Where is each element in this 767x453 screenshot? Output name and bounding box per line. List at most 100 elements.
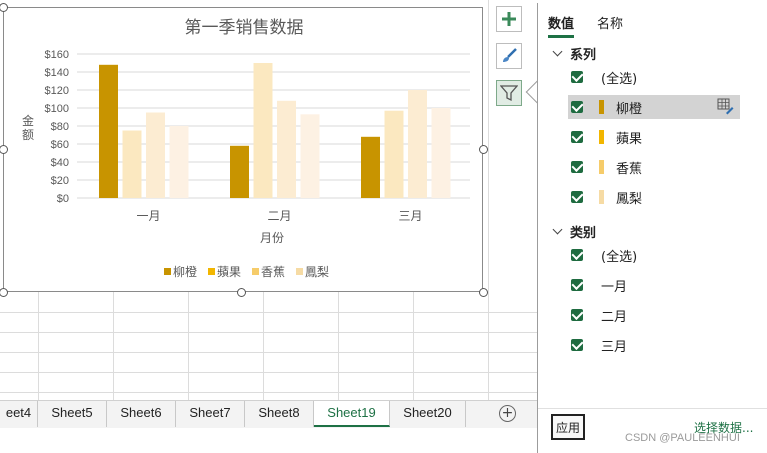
add-sheet-plus-icon[interactable]: + — [499, 405, 516, 422]
filter-icon — [500, 85, 518, 102]
category-item-label: 三月 — [601, 339, 628, 355]
y-tick-label: $140 — [45, 67, 69, 79]
plus-icon — [502, 12, 516, 26]
apply-button[interactable]: 应用 — [551, 414, 585, 440]
series-item-pineapple[interactable]: 鳳梨 — [568, 185, 740, 209]
checkbox-checked[interactable] — [571, 279, 583, 291]
chart-filter-panel: 数值 名称 系列 (全选) 柳橙 蘋果 香蕉 鳳梨 类别 (全选) 一月 二月 … — [537, 3, 767, 453]
bar — [431, 108, 451, 198]
sheet-tab-20[interactable]: Sheet20 — [390, 401, 466, 427]
sheet-tab-8[interactable]: Sheet8 — [245, 401, 314, 427]
bar — [230, 145, 249, 198]
legend-entry: 蘋果 — [217, 265, 241, 279]
legend-entry: 柳橙 — [173, 264, 197, 279]
chart-filters-button[interactable] — [496, 80, 522, 106]
chart-styles-button[interactable] — [496, 43, 522, 69]
category-item-march[interactable]: 三月 — [568, 333, 740, 357]
resize-handle-s[interactable] — [237, 288, 246, 297]
sheet-tab-5[interactable]: Sheet5 — [38, 401, 107, 427]
series-item-label: 柳橙 — [616, 101, 643, 117]
edit-series-icon[interactable] — [717, 98, 734, 115]
series-color-swatch — [599, 160, 604, 174]
category-item-january[interactable]: 一月 — [568, 273, 740, 297]
bar — [361, 136, 380, 198]
y-tick-label: $20 — [51, 175, 69, 187]
bar — [253, 63, 273, 198]
series-item-label: 鳳梨 — [616, 191, 643, 207]
checkbox-checked[interactable] — [571, 339, 583, 351]
checkbox-checked[interactable] — [571, 101, 583, 113]
series-item-orange[interactable]: 柳橙 — [568, 95, 740, 119]
chart-elements-button[interactable] — [496, 6, 522, 32]
category-item-select-all[interactable]: (全选) — [568, 243, 740, 267]
series-item-banana[interactable]: 香蕉 — [568, 155, 740, 179]
bar — [169, 126, 189, 198]
y-axis-label-2: 额 — [22, 128, 34, 142]
watermark-text: CSDN @PAULEENHUI — [625, 432, 740, 444]
y-tick-label: $160 — [45, 49, 69, 61]
checkbox-checked[interactable] — [571, 131, 583, 143]
legend-entry: 鳳梨 — [305, 265, 329, 279]
series-item-label: 蘋果 — [616, 131, 643, 147]
category-item-february[interactable]: 二月 — [568, 303, 740, 327]
legend-swatch — [164, 268, 171, 275]
series-section-header[interactable]: 系列 — [552, 44, 597, 63]
x-tick-label: 一月 — [136, 209, 160, 223]
chart-area[interactable]: 第一季销售数据 $0 $20 $40 $60 $80 $100 $120 $140 $160 一… — [0, 3, 488, 297]
sheet-tab-bar: eet4 Sheet5 Sheet6 Sheet7 Sheet8 Sheet19… — [0, 400, 537, 428]
legend-swatch — [252, 268, 259, 275]
legend-swatch — [296, 268, 303, 275]
y-tick-label: $80 — [51, 121, 69, 133]
series-heading: 系列 — [570, 48, 597, 63]
y-tick-label: $120 — [45, 85, 69, 97]
series-item-label: (全选) — [601, 71, 638, 87]
y-tick-label: $60 — [51, 139, 69, 151]
chart-title: 第一季销售数据 — [185, 18, 304, 38]
panel-footer-divider — [538, 408, 767, 409]
y-tick-label: $100 — [45, 103, 69, 115]
series-color-swatch — [599, 100, 604, 114]
resize-handle-e[interactable] — [479, 145, 488, 154]
tab-names[interactable]: 名称 — [597, 13, 623, 32]
bar-chart: 第一季销售数据 $0 $20 $40 $60 $80 $100 $120 $140 $160 一… — [22, 18, 470, 279]
bar — [146, 112, 165, 198]
chevron-down-icon — [552, 46, 563, 57]
category-item-label: 二月 — [601, 309, 628, 325]
sheet-tab-19[interactable]: Sheet19 — [314, 401, 390, 427]
sheet-tab-6[interactable]: Sheet6 — [107, 401, 176, 427]
sheet-tab-7[interactable]: Sheet7 — [176, 401, 245, 427]
bar — [122, 130, 142, 198]
tab-values[interactable]: 数值 — [548, 13, 575, 38]
series-item-apple[interactable]: 蘋果 — [568, 125, 740, 149]
category-item-label: (全选) — [601, 249, 638, 265]
brush-icon — [503, 48, 517, 62]
bar — [99, 64, 118, 198]
x-tick-label: 三月 — [398, 209, 422, 223]
checkbox-checked[interactable] — [571, 191, 583, 203]
bar — [300, 114, 320, 198]
bar — [384, 110, 404, 198]
series-color-swatch — [599, 130, 604, 144]
category-heading: 类别 — [570, 226, 597, 241]
checkbox-checked[interactable] — [571, 71, 583, 83]
y-axis-label-1: 金 — [22, 113, 34, 128]
sheet-tab-4[interactable]: eet4 — [0, 401, 38, 427]
bar — [408, 90, 427, 198]
category-section-header[interactable]: 类别 — [552, 222, 597, 241]
y-tick-label: $40 — [51, 157, 69, 169]
series-item-label: 香蕉 — [616, 161, 643, 177]
category-item-label: 一月 — [601, 279, 628, 295]
checkbox-checked[interactable] — [571, 161, 583, 173]
series-color-swatch — [599, 190, 604, 204]
x-axis-label: 月份 — [260, 231, 284, 245]
legend-swatch — [208, 268, 215, 275]
series-item-select-all[interactable]: (全选) — [568, 65, 740, 89]
bar — [277, 100, 296, 198]
legend-entry: 香蕉 — [261, 265, 285, 279]
checkbox-checked[interactable] — [571, 249, 583, 261]
checkbox-checked[interactable] — [571, 309, 583, 321]
y-tick-label: $0 — [57, 193, 69, 205]
chevron-down-icon — [552, 224, 563, 235]
resize-handle-se[interactable] — [479, 288, 488, 297]
x-tick-label: 二月 — [267, 209, 291, 223]
